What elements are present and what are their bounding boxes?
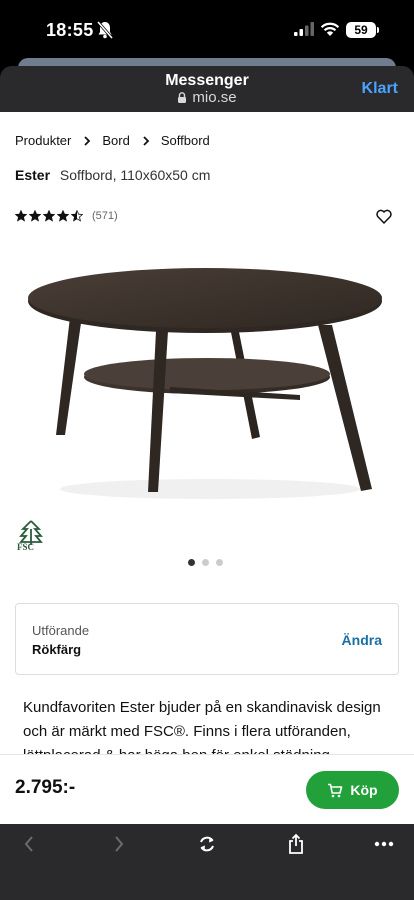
variant-card: Utförande Rökfärg Ändra (15, 603, 399, 675)
product-price: 2.795:- (15, 777, 76, 798)
lock-icon (178, 92, 187, 103)
buy-bar: 2.795:- Köp (0, 754, 414, 824)
review-count: (571) (92, 210, 118, 222)
variant-value: Rökfärg (32, 642, 82, 657)
buy-button[interactable]: Köp (306, 771, 399, 809)
forward-icon (115, 836, 124, 852)
buy-button-label: Köp (350, 782, 378, 798)
product-subtitle: Soffbord, 110x60x50 cm (59, 167, 211, 183)
breadcrumb-item-produkter[interactable]: Produkter (15, 133, 71, 148)
product-description: Kundfavoriten Ester bjuder på en skandin… (23, 699, 381, 754)
battery-indicator: 59 (346, 22, 376, 38)
share-icon (289, 833, 303, 854)
back-icon (24, 836, 33, 852)
product-image[interactable] (20, 257, 390, 507)
gallery-dot[interactable] (216, 559, 223, 566)
back-button[interactable] (15, 832, 43, 856)
breadcrumb-item-bord[interactable]: Bord (102, 133, 129, 148)
star-icon (15, 210, 27, 222)
status-bar: 18:55 59 (0, 0, 414, 60)
star-icon (29, 210, 41, 222)
share-button[interactable] (282, 832, 310, 856)
rating-stars (15, 210, 83, 222)
breadcrumb: Produkter Bord Soffbord (15, 133, 210, 148)
battery-tip (377, 27, 379, 33)
chevron-right-icon (143, 135, 150, 146)
fsc-label: FSC (17, 542, 35, 552)
muted-bell-icon (97, 21, 113, 39)
more-icon (374, 841, 394, 847)
browser-sheet-header: Messenger mio.se Klart (0, 66, 414, 112)
sheet-title: Messenger (165, 72, 249, 89)
gallery-dots (188, 559, 223, 566)
more-button[interactable] (370, 832, 398, 856)
product-rating[interactable]: (571) (15, 210, 118, 222)
product-page: Produkter Bord Soffbord Ester Soffbord, … (0, 112, 414, 754)
product-name: Ester (15, 167, 51, 183)
reload-button[interactable] (193, 832, 221, 856)
star-icon (57, 210, 69, 222)
wifi-icon (320, 22, 340, 36)
star-icon (71, 210, 83, 222)
browser-toolbar (0, 824, 414, 900)
product-title: Ester Soffbord, 110x60x50 cm (15, 167, 210, 183)
forward-button[interactable] (105, 832, 133, 856)
sheet-domain: mio.se (0, 89, 414, 106)
change-variant-button[interactable]: Ändra (342, 632, 382, 648)
star-icon (43, 210, 55, 222)
heart-icon[interactable] (376, 209, 392, 224)
chevron-right-icon (84, 135, 91, 146)
domain-text: mio.se (192, 89, 237, 106)
cart-icon (328, 783, 343, 797)
gallery-dot[interactable] (202, 559, 209, 566)
reload-icon (200, 836, 214, 852)
status-time: 18:55 (46, 20, 94, 40)
done-button[interactable]: Klart (362, 80, 398, 98)
cellular-signal-icon (294, 22, 314, 36)
breadcrumb-item-soffbord[interactable]: Soffbord (161, 133, 210, 148)
variant-label: Utförande (32, 623, 90, 638)
gallery-dot[interactable] (188, 559, 195, 566)
